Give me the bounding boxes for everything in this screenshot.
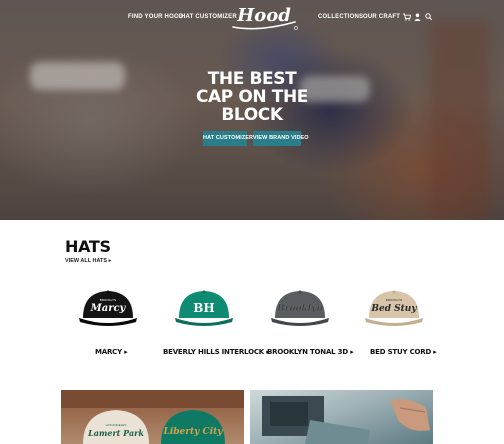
logo-text: Hood <box>236 5 291 26</box>
hat-link-brooklyn-tonal-3d[interactable]: BROOKLYN TONAL 3D ▸ <box>267 348 354 356</box>
hat-link-bed-stuy-cord[interactable]: BED STUY CORD ▸ <box>370 348 437 356</box>
hero-banner: FIND YOUR HOOD HAT CUSTOMIZER Hood COLLE… <box>0 0 504 220</box>
hat-image-brooklyn-tonal-3d[interactable]: Brooklyn <box>265 284 335 334</box>
hat-link-marcy[interactable]: MARCY ▸ <box>95 348 128 356</box>
hood-logo[interactable]: Hood <box>229 2 299 32</box>
feature-image-caps[interactable]: LOS ANGELES Lamert Park Liberty City <box>61 390 244 444</box>
feature-cap-script-text: Liberty City <box>163 427 224 437</box>
hat-image-marcy[interactable]: BROOKLYN Marcy <box>73 284 143 334</box>
hero-title-line: CAP ON THE <box>195 87 309 107</box>
hat-image-bed-stuy-cord[interactable]: BROOKLYN Bed Stuy <box>359 284 429 334</box>
feature-image-craft[interactable] <box>250 390 433 444</box>
view-all-hats-link[interactable]: VIEW ALL HATS ▸ <box>65 258 111 264</box>
hero-title-line: THE BEST <box>207 69 297 89</box>
hero-title-line: BLOCK <box>221 105 283 125</box>
hat-customizer-button[interactable]: HAT CUSTOMIZER <box>203 131 253 146</box>
cap-small-text: BROOKLYN <box>100 298 116 302</box>
feature-caps-illustration: LOS ANGELES Lamert Park Liberty City <box>61 390 244 444</box>
section-title-hats: HATS <box>65 237 111 256</box>
view-brand-video-button[interactable]: VIEW BRAND VIDEO <box>253 131 309 146</box>
cap-script-text: Bed Stuy <box>370 304 417 314</box>
user-icon[interactable] <box>414 13 421 21</box>
search-icon[interactable] <box>425 13 432 21</box>
cap-small-text: BROOKLYN <box>386 298 402 302</box>
cap-script-text: Brooklyn <box>276 304 323 314</box>
hat-link-beverly-hills-interlock[interactable]: BEVERLY HILLS INTERLOCK ▸ <box>163 348 270 356</box>
cap-monogram-text: BH <box>193 301 214 315</box>
feature-cap-script-text: Lamert Park <box>87 428 144 438</box>
hero-headline: THE BEST CAP ON THE BLOCK <box>190 70 314 124</box>
nav-our-craft[interactable]: OUR CRAFT <box>363 14 400 20</box>
top-navigation: FIND YOUR HOOD HAT CUSTOMIZER Hood COLLE… <box>0 0 504 36</box>
feature-sewing-illustration <box>262 396 430 444</box>
hat-image-beverly-hills-interlock[interactable]: BH <box>169 284 239 334</box>
cart-icon[interactable] <box>403 13 411 21</box>
feature-cap-small-text: LOS ANGELES <box>106 423 127 427</box>
nav-find-your-hood[interactable]: FIND YOUR HOOD <box>128 14 183 20</box>
cap-script-text: Marcy <box>90 303 127 314</box>
nav-collections[interactable]: COLLECTIONS <box>318 14 363 20</box>
